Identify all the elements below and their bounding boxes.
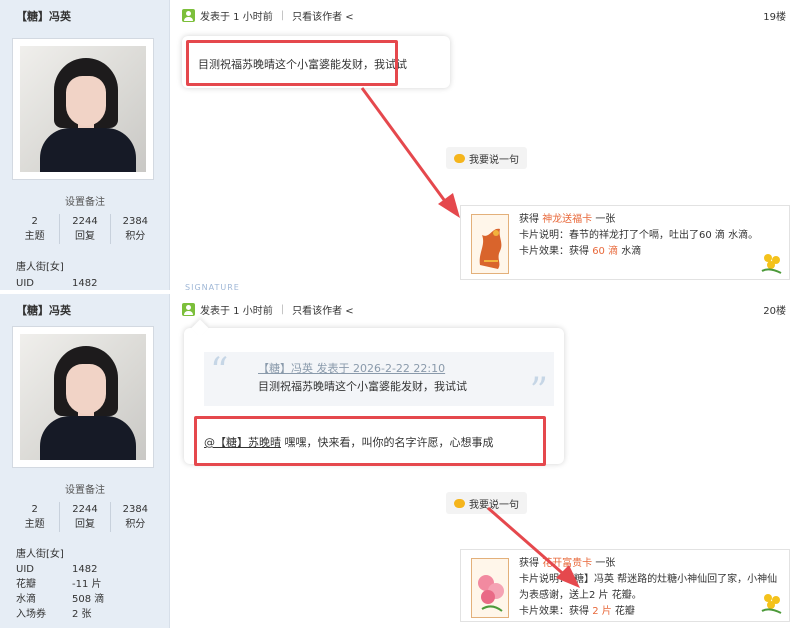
card-name-link[interactable]: 神龙送福卡 [542, 214, 592, 225]
info-tickets: 入场券 2 张 [16, 609, 92, 620]
author-stats: 2 主题 2244 回复 2384 积分 [10, 502, 160, 532]
stat-replies[interactable]: 2244 回复 [60, 214, 111, 244]
avatar-image [20, 46, 146, 172]
magic-card: 获得 神龙送福卡 一张 卡片说明：春节的祥龙打了个嗝，吐出了60 滴 水滴。 卡… [460, 205, 790, 280]
info-water: 水滴 508 滴 [16, 594, 105, 605]
magic-card: 获得 花开富贵卡 一张 卡片说明：【糖】冯英 帮迷路的灶糖小神仙回了家，小神仙 … [460, 549, 790, 622]
say-something-button[interactable]: 我要说一句 [446, 147, 527, 169]
author-name[interactable]: 【糖】冯英 [16, 302, 71, 318]
author-name[interactable]: 【糖】冯英 [16, 8, 71, 24]
annotation-box [186, 40, 398, 86]
post-main: 发表于 1 小时前 | 只看该作者 < 19楼 目测祝福苏晚晴这个小富婆能发财，… [170, 0, 800, 290]
info-petals: 花瓣 -11 片 [16, 579, 102, 590]
card-description-2: 为表感谢，送上2 片 花瓣。 [519, 590, 642, 601]
card-text: 获得 花开富贵卡 一张 卡片说明：【糖】冯英 帮迷路的灶糖小神仙回了家，小神仙 … [519, 558, 778, 617]
flower-icon [761, 594, 782, 614]
quote-text: 目测祝福苏晚晴这个小富婆能发财，我试试 [258, 380, 467, 393]
post-19: 【糖】冯英 设置备注 2 主题 2244 回复 2384 积分 唐人街[女] UID 1… [0, 0, 800, 290]
info-uid: UID 1482 [16, 564, 98, 575]
author-sidebar: 【糖】冯英 设置备注 2 主题 2244 回复 2384 积分 唐人街[女] UID 1… [0, 294, 170, 628]
post-meta: 发表于 1 小时前 | 只看该作者 < [182, 302, 354, 317]
flower-card-image [471, 558, 509, 618]
signature-mark: SIGNATURE [185, 283, 240, 292]
online-status-icon [182, 9, 195, 22]
only-author-link[interactable]: 只看该作者 < [292, 8, 354, 23]
post-time: 发表于 1 小时前 [200, 306, 273, 317]
set-note-link[interactable]: 设置备注 [0, 193, 170, 208]
post-time: 发表于 1 小时前 [200, 12, 273, 23]
avatar[interactable] [12, 38, 154, 180]
info-uid: UID 1482 [16, 278, 98, 289]
card-description: 卡片说明：春节的祥龙打了个嗝，吐出了60 滴 水滴。 [519, 230, 759, 241]
annotation-box [194, 416, 546, 466]
speech-bubble-icon [454, 498, 465, 508]
post-20: 【糖】冯英 设置备注 2 主题 2244 回复 2384 积分 唐人街[女] UID 1… [0, 294, 800, 628]
floor-number[interactable]: 20楼 [763, 302, 786, 317]
stat-points[interactable]: 2384 积分 [111, 502, 160, 532]
only-author-link[interactable]: 只看该作者 < [292, 302, 354, 317]
quote-header[interactable]: 【糖】冯英 发表于 2026-2-22 22:10 [258, 360, 445, 376]
card-text: 获得 神龙送福卡 一张 卡片说明：春节的祥龙打了个嗝，吐出了60 滴 水滴。 卡… [519, 214, 759, 257]
stat-topics[interactable]: 2 主题 [10, 502, 61, 532]
post-meta: 发表于 1 小时前 | 只看该作者 < [182, 8, 354, 23]
user-group[interactable]: 唐人街[女] [16, 258, 64, 273]
say-something-button[interactable]: 我要说一句 [446, 492, 527, 514]
stat-points[interactable]: 2384 积分 [111, 214, 160, 244]
info-list: UID 1482 花瓣 -11 片 水滴 508 滴 入场券 2 张 [16, 562, 104, 622]
stat-topics[interactable]: 2 主题 [10, 214, 61, 244]
user-group[interactable]: 唐人街[女] [16, 545, 64, 560]
set-note-link[interactable]: 设置备注 [0, 481, 170, 496]
dragon-card-image [471, 214, 509, 274]
flower-icon [761, 254, 782, 274]
quote-block: “ ” 【糖】冯英 发表于 2026-2-22 22:10 目测祝福苏晚晴这个小… [204, 352, 554, 410]
author-stats: 2 主题 2244 回复 2384 积分 [10, 214, 160, 244]
author-sidebar: 【糖】冯英 设置备注 2 主题 2244 回复 2384 积分 唐人街[女] UID 1… [0, 0, 170, 290]
floor-number[interactable]: 19楼 [763, 8, 786, 23]
online-status-icon [182, 303, 195, 316]
card-name-link[interactable]: 花开富贵卡 [542, 558, 592, 569]
speech-bubble-icon [454, 153, 465, 163]
stat-replies[interactable]: 2244 回复 [60, 502, 111, 532]
avatar-image [20, 334, 146, 460]
card-description: 卡片说明：【糖】冯英 帮迷路的灶糖小神仙回了家，小神仙 [519, 574, 778, 585]
avatar[interactable] [12, 326, 154, 468]
post-main: 发表于 1 小时前 | 只看该作者 < 20楼 “ ” 【糖】冯英 发表于 20… [170, 294, 800, 628]
